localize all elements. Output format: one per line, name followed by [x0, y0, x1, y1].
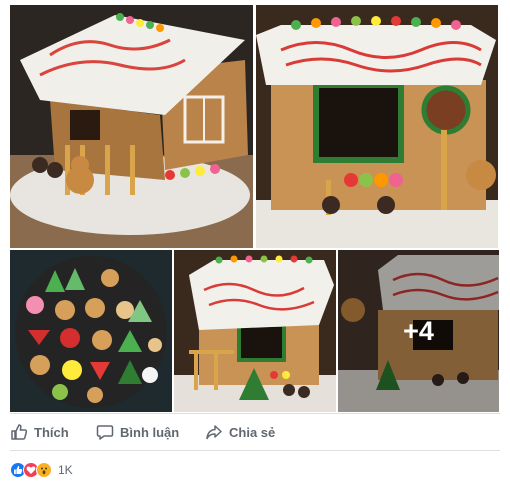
photo-gingerbread-house-1[interactable] — [10, 5, 253, 248]
reaction-count: 1K — [58, 463, 73, 477]
share-icon — [206, 425, 222, 440]
share-button[interactable]: Chia sẻ — [205, 417, 275, 447]
thumbs-up-icon — [11, 424, 28, 440]
more-photos-count: +4 — [403, 315, 434, 346]
share-label: Chia sẻ — [229, 424, 276, 440]
like-button[interactable]: Thích — [10, 417, 69, 447]
like-label: Thích — [34, 424, 69, 440]
reactions-summary[interactable]: 1K — [10, 460, 73, 480]
photo-cookies-tray[interactable] — [10, 250, 172, 412]
divider — [10, 413, 500, 414]
more-photos-overlay[interactable]: +4 — [338, 250, 499, 412]
divider — [10, 450, 500, 451]
wow-icon — [36, 462, 52, 478]
gingerbread-house-side-image — [174, 250, 336, 412]
comment-icon — [96, 425, 114, 440]
action-bar: Thích Bình luận Chia sẻ — [0, 417, 510, 447]
gingerbread-house-image — [10, 5, 253, 248]
photo-gingerbread-house-2[interactable] — [256, 5, 498, 248]
comment-button[interactable]: Bình luận — [96, 417, 179, 447]
photo-gingerbread-house-4[interactable]: +4 — [338, 250, 499, 412]
gingerbread-house-front-image — [256, 5, 498, 248]
comment-label: Bình luận — [120, 424, 180, 440]
photo-gingerbread-house-3[interactable] — [174, 250, 336, 412]
christmas-cookies-image — [10, 250, 172, 412]
